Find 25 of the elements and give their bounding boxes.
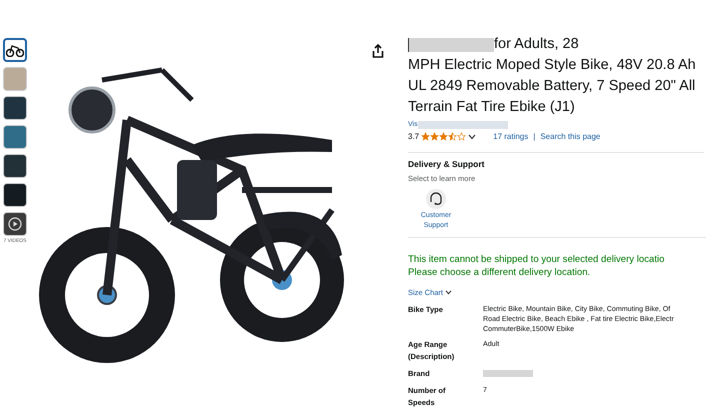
star-icon xyxy=(439,132,448,141)
star-icon xyxy=(457,132,466,141)
delivery-heading: Delivery & Support xyxy=(408,158,486,170)
chevron-down-icon[interactable] xyxy=(445,290,452,295)
chevron-down-icon[interactable] xyxy=(468,134,476,140)
product-title: MPH Electric Moped Style Bike, 48V 20.8 Ah xyxy=(408,56,697,75)
product-title: for Adults, 28 xyxy=(494,35,579,54)
separator: | xyxy=(533,130,536,142)
shipping-notice: Please choose a different delivery location. xyxy=(408,266,592,278)
video-thumbnail[interactable] xyxy=(3,212,27,236)
shipping-notice: This item cannot be shipped to your selected delivery locatio xyxy=(408,252,666,266)
headset-icon[interactable] xyxy=(426,188,446,208)
product-title: Terrain Fat Tire Ebike (J1) xyxy=(408,98,576,117)
image-thumbnail[interactable] xyxy=(3,38,27,62)
share-icon[interactable] xyxy=(372,44,384,58)
play-icon xyxy=(8,217,22,231)
star-icon xyxy=(421,132,430,141)
product-title: UL 2849 Removable Battery, 7 Speed 20" All xyxy=(408,77,696,96)
star-icon xyxy=(448,132,458,141)
rating-value: 3.7 xyxy=(408,130,420,142)
star-icon xyxy=(430,132,440,141)
search-page-link[interactable]: Search this page xyxy=(540,130,600,142)
blurred-spec-value xyxy=(483,370,533,377)
bike-icon xyxy=(6,43,24,57)
ratings-link[interactable]: 17 ratings xyxy=(493,130,528,142)
